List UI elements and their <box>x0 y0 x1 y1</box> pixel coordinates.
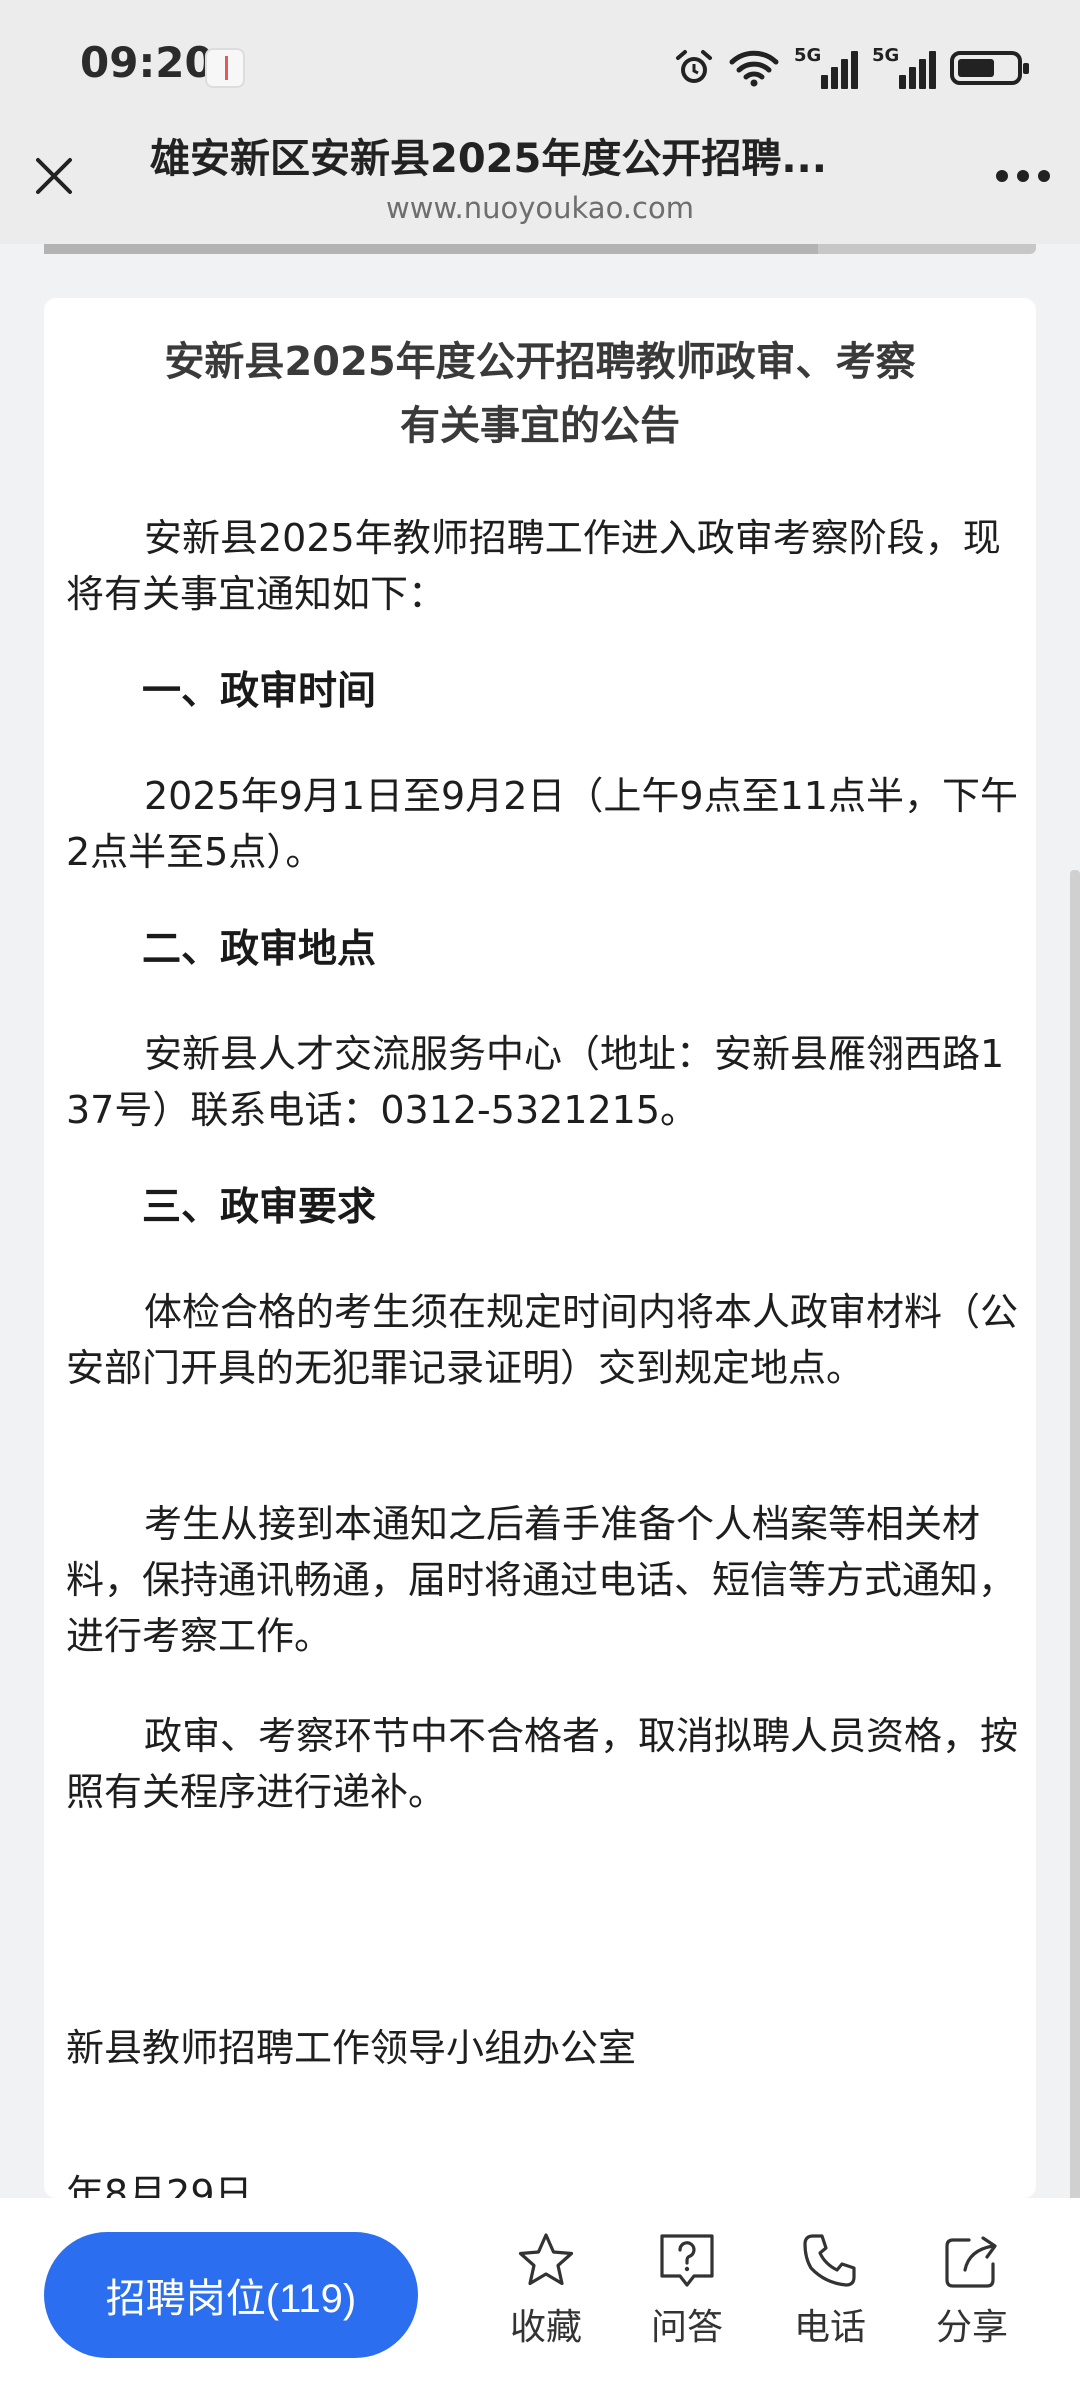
more-icon[interactable] <box>996 170 1050 186</box>
phone-icon <box>803 2234 856 2287</box>
signal-2-label: 5G <box>872 45 900 66</box>
section3-title: 三、政审要求 <box>142 1185 377 1230</box>
phone-button[interactable]: 电话 <box>770 2230 890 2370</box>
article-heading: 安新县2025年度公开招聘教师政审、考察 有关事宜的公告 <box>44 330 1036 458</box>
section3-text1: 体检合格的考生须在规定时间内将本人政审材料（公安部门开具的无犯罪记录证明）交到规… <box>66 1290 1019 1390</box>
load-progress-bar <box>44 244 1036 254</box>
browser-title-bar: 雄安新区安新县2025年度公开招聘... www.nuoyoukao.com <box>0 130 1080 244</box>
favorite-button[interactable]: 收藏 <box>486 2230 606 2370</box>
share-button[interactable]: 分享 <box>912 2230 1032 2370</box>
share-label: 分享 <box>935 2307 1008 2348</box>
section2-text: 安新县人才交流服务中心（地址：安新县雁翎西路137号）联系电话：0312-532… <box>66 1032 1005 1132</box>
page-title: 雄安新区安新县2025年度公开招聘... <box>150 136 827 182</box>
close-icon[interactable] <box>30 152 78 200</box>
section1-text: 2025年9月1日至9月2日（上午9点至11点半，下午2点半至5点）。 <box>66 774 1018 874</box>
job-positions-button[interactable]: 招聘岗位(119) <box>44 2232 418 2358</box>
article-date: 年8月29日 <box>66 2172 253 2198</box>
status-indicators: 5G 5G <box>674 45 1029 91</box>
article-heading-line1: 安新县2025年度公开招聘教师政审、考察 <box>164 339 916 385</box>
section3-text2: 考生从接到本通知之后着手准备个人档案等相关材料，保持通讯畅通，届时将通过电话、短… <box>66 1502 1017 1658</box>
article-intro: 安新县2025年教师招聘工作进入政审考察阶段，现将有关事宜通知如下： <box>66 516 1001 616</box>
section3-text3: 政审、考察环节中不合格者，取消拟聘人员资格，按照有关程序进行递补。 <box>66 1714 1019 1814</box>
article-card: 安新县2025年度公开招聘教师政审、考察 有关事宜的公告 安新县2025年教师招… <box>44 298 1036 2198</box>
page-url: www.nuoyoukao.com <box>386 191 694 225</box>
status-time: 09:20 <box>80 38 214 87</box>
star-icon <box>518 2233 574 2286</box>
signal-icon-2: 5G <box>872 45 936 89</box>
phone-label: 电话 <box>793 2307 866 2348</box>
article-heading-line2: 有关事宜的公告 <box>400 403 680 449</box>
question-icon <box>660 2234 714 2287</box>
scrollbar-thumb[interactable] <box>1070 870 1080 2270</box>
notification-icon <box>205 48 245 88</box>
share-icon <box>945 2236 997 2288</box>
alarm-icon <box>676 50 712 83</box>
section1-title: 一、政审时间 <box>142 669 377 714</box>
battery-icon <box>950 51 1029 85</box>
qa-button[interactable]: 问答 <box>627 2230 747 2370</box>
article-signature: 新县教师招聘工作领导小组办公室 <box>66 2026 637 2070</box>
signal-1-label: 5G <box>794 45 822 66</box>
section2-title: 二、政审地点 <box>142 927 377 972</box>
favorite-label: 收藏 <box>509 2307 582 2348</box>
qa-label: 问答 <box>650 2307 723 2348</box>
signal-icon-1: 5G <box>794 45 858 89</box>
wifi-icon <box>729 50 779 87</box>
load-progress-fill <box>44 244 818 254</box>
bottom-action-bar: 招聘岗位(119) 收藏 问答 电话 分享 <box>0 2198 1080 2392</box>
status-bar: 09:20 5G 5G <box>0 0 1080 130</box>
